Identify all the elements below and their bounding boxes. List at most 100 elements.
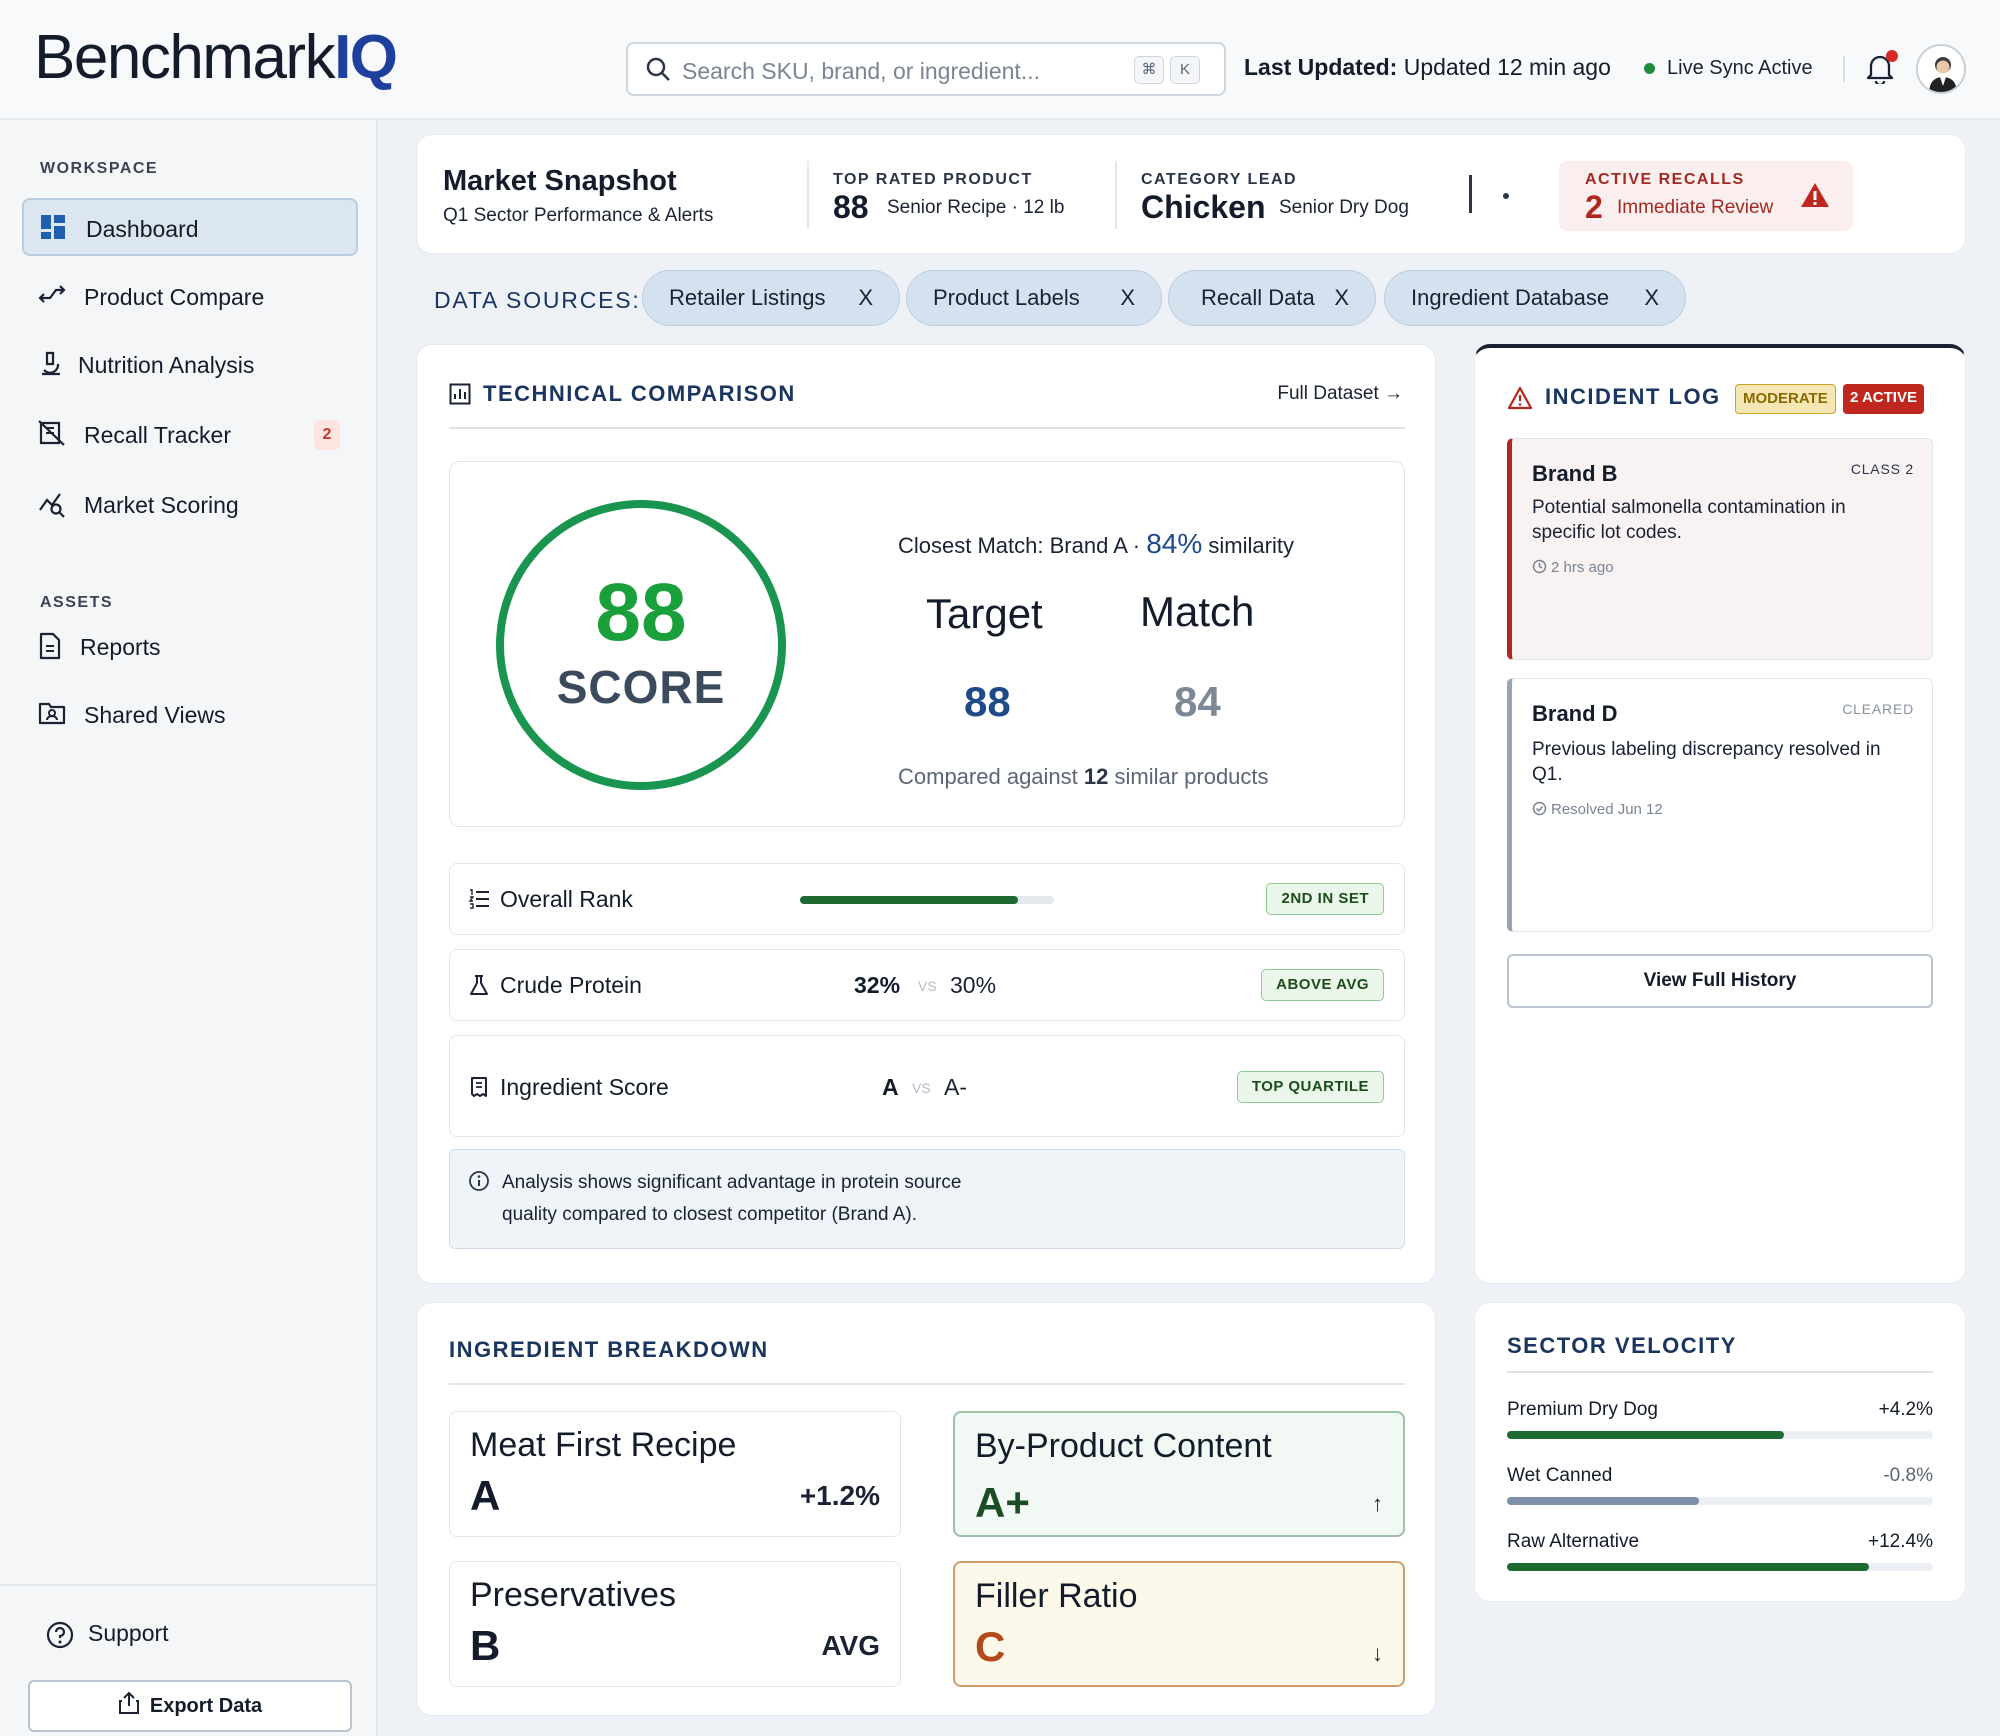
logo-accent: IQ: [334, 23, 398, 92]
remove-chip-icon[interactable]: X: [1644, 271, 1659, 325]
document-icon: [38, 632, 66, 660]
arrow-down-icon: ↓: [1372, 1641, 1383, 1666]
chip-label: Retailer Listings: [669, 285, 826, 310]
data-source-chip[interactable]: Product Labels X: [906, 270, 1162, 326]
overall-rank-label: Overall Rank: [500, 886, 633, 912]
support-label: Support: [88, 1620, 169, 1646]
last-updated-label: Last Updated:: [1244, 54, 1398, 80]
help-circle-icon: [46, 1621, 74, 1649]
user-avatar[interactable]: [1916, 44, 1966, 94]
data-source-chip[interactable]: Ingredient Database X: [1384, 270, 1686, 326]
ingredient-tag: TOP QUARTILE: [1236, 1071, 1384, 1103]
sector-velocity-title: SECTOR VELOCITY: [1507, 1333, 1737, 1358]
top-rated-detail: Senior Recipe · 12 lb: [887, 197, 1065, 218]
sidebar-item-label: Product Compare: [84, 284, 265, 310]
chart-box-icon: [449, 383, 471, 410]
technical-comparison-title: TECHNICAL COMPARISON: [483, 381, 796, 406]
overall-rank-row: Overall Rank 2ND IN SET: [449, 863, 1405, 935]
flask-icon: [468, 974, 490, 1001]
sidebar-item-product-compare[interactable]: Product Compare: [22, 268, 358, 326]
sidebar-item-market-scoring[interactable]: Market Scoring: [22, 476, 358, 534]
rank-progress-bar: [800, 896, 1054, 904]
sync-status-label: Live Sync Active: [1667, 57, 1813, 79]
snapshot-divider: [807, 161, 809, 229]
full-dataset-link[interactable]: Full Dataset →: [1277, 383, 1403, 405]
compared-count: 12: [1083, 764, 1109, 789]
data-source-chip[interactable]: Recall Data X: [1168, 270, 1376, 326]
sidebar-item-label: Dashboard: [86, 216, 199, 242]
incident-brand: Brand B: [1532, 461, 1618, 486]
kbd-k-key: K: [1170, 56, 1200, 84]
snapshot-subtitle: Q1 Sector Performance & Alerts: [443, 205, 714, 226]
ingredient-metric-card[interactable]: By-Product Content A+ ↑: [953, 1411, 1405, 1537]
sidebar-footer: Support Export Data: [0, 1584, 376, 1736]
velocity-sector-name: Wet Canned: [1507, 1465, 1613, 1486]
sidebar-item-recall-tracker[interactable]: Recall Tracker 2: [22, 406, 358, 464]
velocity-bar-fill: [1507, 1563, 1870, 1571]
ingredient-metric-card[interactable]: Filler Ratio C ↓: [953, 1561, 1405, 1687]
velocity-sector-name: Raw Alternative: [1507, 1531, 1640, 1552]
compared-suffix: similar products: [1108, 764, 1269, 789]
protein-tag: ABOVE AVG: [1261, 969, 1384, 1001]
recall-icon: [38, 420, 66, 448]
metric-grade: B: [470, 1622, 501, 1669]
incident-log-card: INCIDENT LOG MODERATE 2 ACTIVE Brand B C…: [1474, 344, 1966, 1284]
ingredient-breakdown-title: INGREDIENT BREAKDOWN: [449, 1337, 769, 1362]
recalls-value: 2: [1585, 189, 1603, 225]
trend-search-icon: [38, 490, 66, 518]
incident-brand: Brand D: [1532, 701, 1618, 726]
view-full-history-button[interactable]: View Full History: [1507, 954, 1933, 1008]
top-rated-label: TOP RATED PRODUCT: [833, 171, 1033, 188]
category-lead-detail: Senior Dry Dog: [1279, 197, 1409, 218]
app-logo[interactable]: BenchmarkIQ: [34, 22, 398, 94]
ingredient-metric-card[interactable]: Preservatives B AVG: [449, 1561, 901, 1687]
incident-time-label: 2 hrs ago: [1551, 559, 1614, 576]
sidebar-item-nutrition-analysis[interactable]: Nutrition Analysis: [22, 336, 358, 394]
data-source-chip[interactable]: Retailer Listings X: [642, 270, 900, 326]
ingredient-match-grade: A-: [944, 1074, 967, 1100]
metric-title: By-Product Content: [975, 1427, 1272, 1465]
incident-item[interactable]: Brand D CLEARED Previous labeling discre…: [1507, 678, 1933, 932]
market-snapshot-card: Market Snapshot Q1 Sector Performance & …: [416, 134, 1966, 254]
ingredient-score-row: Ingredient Score A VS A- TOP QUARTILE: [449, 1035, 1405, 1137]
title-divider: [1507, 1371, 1933, 1373]
support-link[interactable]: Support: [46, 1620, 169, 1649]
match-label: Match: [1140, 588, 1255, 635]
velocity-sector-name: Premium Dry Dog: [1507, 1399, 1658, 1420]
ingredient-score-label: Ingredient Score: [500, 1074, 669, 1100]
remove-chip-icon[interactable]: X: [1120, 271, 1135, 325]
protein-target-value: 32%: [854, 972, 901, 998]
closest-match: Closest Match: Brand A · 84% similarity: [898, 528, 1294, 560]
score-value: 88: [595, 567, 687, 658]
velocity-bar-fill: [1507, 1431, 1784, 1439]
remove-chip-icon[interactable]: X: [858, 271, 873, 325]
last-updated-value: Updated 12 min ago: [1403, 54, 1611, 80]
grid-icon: [40, 214, 68, 242]
logo-main: Benchmark: [34, 23, 336, 92]
sidebar-item-dashboard[interactable]: Dashboard: [22, 198, 358, 256]
incident-item[interactable]: Brand B CLASS 2 Potential salmonella con…: [1507, 438, 1933, 660]
ingredient-metric-card[interactable]: Meat First Recipe A +1.2%: [449, 1411, 901, 1537]
kbd-cmd-key: ⌘: [1134, 56, 1164, 84]
velocity-bar: [1507, 1563, 1933, 1571]
chip-label: Ingredient Database: [1411, 285, 1610, 310]
incident-time-label: Resolved Jun 12: [1551, 801, 1663, 818]
velocity-change: -0.8%: [1883, 1465, 1933, 1486]
velocity-bar: [1507, 1497, 1933, 1505]
active-recalls-panel[interactable]: ACTIVE RECALLS 2 Immediate Review: [1559, 161, 1853, 231]
sidebar-item-shared-views[interactable]: Shared Views: [22, 686, 358, 744]
search-input[interactable]: Search SKU, brand, or ingredient... ⌘ K: [626, 42, 1226, 96]
metric-grade: C: [975, 1623, 1006, 1670]
export-data-button[interactable]: Export Data: [28, 1680, 352, 1732]
category-lead-value: Chicken: [1141, 189, 1266, 225]
sidebar-item-label: Shared Views: [84, 702, 226, 728]
sidebar-item-reports[interactable]: Reports: [22, 618, 358, 676]
notifications-bell-icon[interactable]: [1866, 50, 1898, 89]
note-line-1: Analysis shows significant advantage in …: [502, 1172, 962, 1193]
category-lead-label: CATEGORY LEAD: [1141, 171, 1298, 188]
workspace-label: WORKSPACE: [40, 160, 159, 177]
remove-chip-icon[interactable]: X: [1334, 271, 1349, 325]
sidebar-item-label: Market Scoring: [84, 492, 239, 518]
export-icon: [118, 1691, 139, 1714]
target-value: 88: [964, 678, 1011, 725]
